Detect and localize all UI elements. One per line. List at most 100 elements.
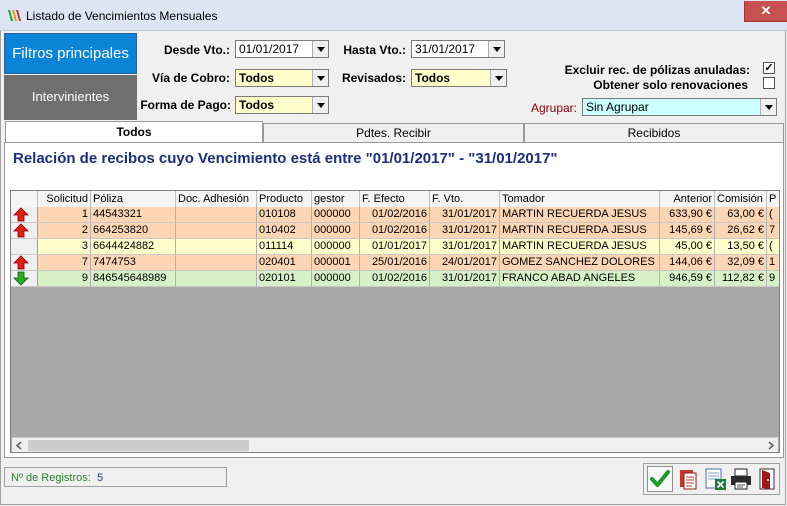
via-cobro-select[interactable]: Todos (235, 69, 329, 87)
cell-f-vto: 31/01/2017 (430, 207, 500, 222)
printer-icon[interactable] (728, 466, 754, 492)
tab-todos[interactable]: Todos (5, 121, 263, 143)
chevron-down-icon[interactable] (312, 97, 328, 113)
agrupar-select[interactable]: Sin Agrupar (582, 98, 777, 116)
cell-gestor: 000000 (312, 207, 360, 222)
row-indicator (11, 255, 38, 270)
cell-anterior: 45,00 € (660, 239, 715, 254)
tab-recibidos[interactable]: Recibidos (524, 123, 784, 142)
col-tomador[interactable]: Tomador (500, 191, 660, 207)
col-doc-adhesion[interactable]: Doc. Adhesión (176, 191, 257, 207)
cell-f-vto: 24/01/2017 (430, 255, 500, 270)
registros-label: Nº de Registros: (11, 472, 91, 484)
tab-pdtes-recibir[interactable]: Pdtes. Recibir (263, 123, 524, 142)
col-anterior[interactable]: Anterior (660, 191, 715, 207)
col-gestor[interactable]: gestor (312, 191, 360, 207)
cell-p: 1 (767, 255, 779, 270)
excluir-anuladas-label: Excluir rec. de pólizas anuladas: (564, 63, 750, 77)
cell-gestor: 000001 (312, 255, 360, 270)
registros-count: 5 (97, 472, 104, 484)
cell-p: ( (767, 239, 779, 254)
revisados-select[interactable]: Todos (411, 69, 507, 87)
chevron-down-icon[interactable] (760, 99, 776, 115)
app-logo-icon (8, 10, 21, 21)
cell-p: ( (767, 207, 779, 222)
cell-comision: 32,09 € (715, 255, 767, 270)
col-f-vto[interactable]: F. Vto. (430, 191, 500, 207)
row-indicator (11, 239, 38, 254)
cell-producto: 020401 (257, 255, 312, 270)
table-row[interactable]: 2 664253820 010402 000000 01/02/2016 31/01/20… (11, 223, 779, 239)
cell-poliza: 664253820 (91, 223, 176, 238)
close-button[interactable]: ✕ (744, 1, 787, 22)
col-solicitud[interactable]: Solicitud (38, 191, 91, 207)
cell-solicitud: 9 (38, 271, 91, 286)
desde-vto-label: Desde Vto.: (163, 43, 230, 57)
cell-f-vto: 31/01/2017 (430, 271, 500, 286)
desde-vto-select[interactable]: 01/01/2017 (235, 40, 329, 58)
cell-poliza: 7474753 (91, 255, 176, 270)
row-indicator (11, 223, 38, 238)
chevron-down-icon[interactable] (490, 70, 506, 86)
cell-poliza: 846545648989 (91, 271, 176, 286)
cell-tomador: MARTIN RECUERDA JESUS (500, 207, 660, 222)
hasta-vto-select[interactable]: 31/01/2017 (411, 40, 505, 58)
chevron-down-icon[interactable] (488, 41, 504, 57)
arrow-down-icon (13, 271, 29, 286)
row-indicator (11, 207, 38, 222)
cell-f-efecto: 01/02/2016 (360, 223, 430, 238)
excluir-anuladas-checkbox[interactable]: ✓ (763, 62, 775, 74)
recibos-table[interactable]: Solicitud Póliza Doc. Adhesión Producto … (10, 190, 780, 453)
forma-pago-label: Forma de Pago: (140, 98, 231, 112)
forma-pago-select[interactable]: Todos (235, 96, 329, 114)
cell-tomador: MARTIN RECUERDA JESUS (500, 223, 660, 238)
cell-solicitud: 7 (38, 255, 91, 270)
scroll-thumb[interactable] (28, 440, 249, 451)
col-f-efecto[interactable]: F. Efecto (360, 191, 430, 207)
excel-export-icon[interactable] (702, 466, 728, 492)
scroll-right-icon[interactable] (763, 438, 778, 453)
table-row[interactable]: 3 6644424882 011114 000000 01/01/2017 31/01/2… (11, 239, 779, 255)
cell-comision: 13,50 € (715, 239, 767, 254)
tab-filtros-principales[interactable]: Filtros principales (4, 33, 137, 74)
cell-p: 7 (767, 223, 779, 238)
table-row[interactable]: 7 7474753 020401 000001 25/01/2016 24/01/2017… (11, 255, 779, 271)
col-p[interactable]: P (767, 191, 779, 207)
cell-producto: 011114 (257, 239, 312, 254)
cell-p: 9 (767, 271, 779, 286)
solo-renovaciones-checkbox[interactable] (763, 77, 775, 89)
solo-renovaciones-label: Obtener solo renovaciones (593, 78, 748, 92)
col-producto[interactable]: Producto (257, 191, 312, 207)
status-bar: Nº de Registros: 5 (4, 467, 227, 487)
tab-intervinientes[interactable]: Intervinientes (4, 75, 137, 120)
cell-f-efecto: 01/01/2017 (360, 239, 430, 254)
chevron-down-icon[interactable] (312, 70, 328, 86)
table-header: Solicitud Póliza Doc. Adhesión Producto … (11, 191, 779, 208)
horizontal-scrollbar[interactable] (12, 437, 778, 453)
report-document-icon[interactable] (675, 466, 701, 492)
cell-anterior: 145,69 € (660, 223, 715, 238)
cell-tomador: GOMEZ SANCHEZ DOLORES (500, 255, 660, 270)
checkmark-icon: ✓ (764, 62, 774, 74)
cell-gestor: 000000 (312, 239, 360, 254)
cell-comision: 26,62 € (715, 223, 767, 238)
arrow-up-icon (13, 223, 29, 238)
arrow-up-icon (13, 207, 29, 222)
chevron-down-icon[interactable] (312, 41, 328, 57)
exit-door-icon[interactable] (754, 466, 780, 492)
scroll-left-icon[interactable] (12, 438, 27, 453)
cell-f-vto: 31/01/2017 (430, 223, 500, 238)
via-cobro-label: Vía de Cobro: (151, 71, 230, 85)
cell-f-vto: 31/01/2017 (430, 239, 500, 254)
col-comision[interactable]: Comisión (715, 191, 767, 207)
cell-gestor: 000000 (312, 271, 360, 286)
window-title: Listado de Vencimientos Mensuales (26, 9, 218, 23)
cell-doc-adhesion (176, 223, 257, 238)
col-poliza[interactable]: Póliza (91, 191, 176, 207)
cell-gestor: 000000 (312, 223, 360, 238)
table-row[interactable]: 1 44543321 010108 000000 01/02/2016 31/01/201… (11, 207, 779, 223)
table-row[interactable]: 9 846545648989 020101 000000 01/02/2016 31/01… (11, 271, 779, 287)
accept-check-icon[interactable] (647, 466, 673, 492)
action-toolbar (643, 463, 780, 495)
cell-solicitud: 1 (38, 207, 91, 222)
